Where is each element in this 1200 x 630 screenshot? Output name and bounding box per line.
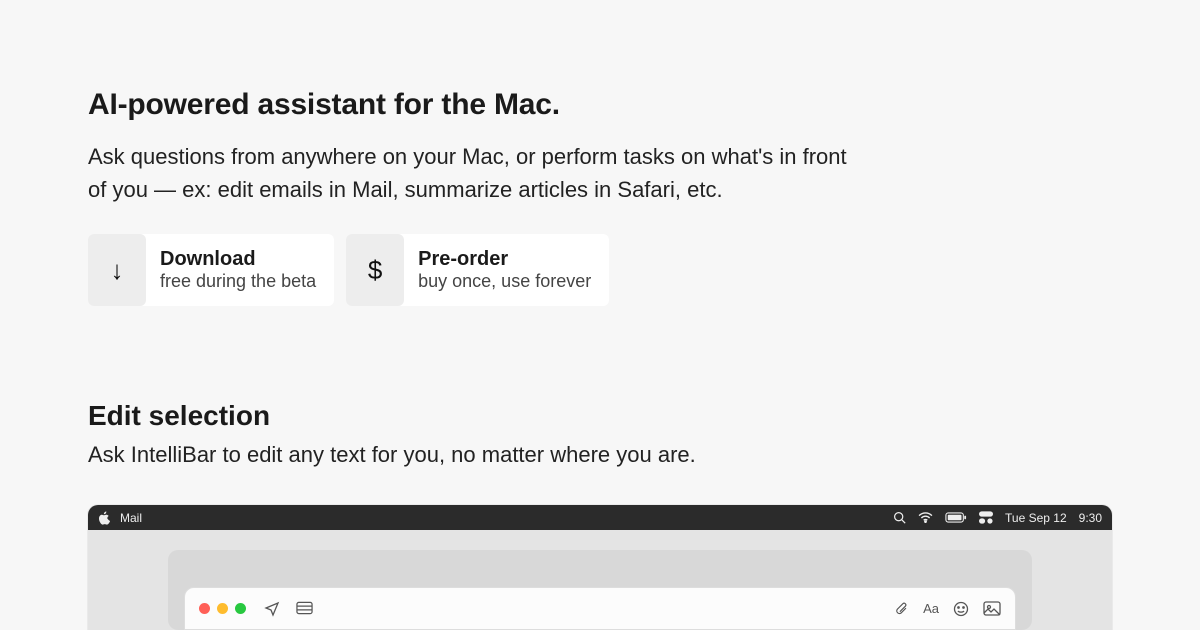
download-arrow-icon: ↓: [88, 234, 146, 306]
send-icon[interactable]: [264, 601, 280, 617]
preorder-title: Pre-order: [418, 248, 591, 271]
apple-logo-icon[interactable]: [98, 511, 110, 525]
section-desc: Ask IntelliBar to edit any text for you,…: [88, 442, 1200, 468]
download-button[interactable]: ↓ Download free during the beta: [88, 234, 334, 306]
wifi-icon[interactable]: [918, 512, 933, 523]
search-icon[interactable]: [893, 511, 906, 524]
emoji-icon[interactable]: [953, 601, 969, 617]
close-window-button[interactable]: [199, 603, 210, 614]
desktop-background: Aa: [88, 530, 1112, 630]
section-title: Edit selection: [88, 400, 1200, 432]
download-title: Download: [160, 248, 316, 271]
menubar-date[interactable]: Tue Sep 12: [1005, 511, 1067, 525]
control-center-icon[interactable]: [979, 511, 993, 524]
battery-icon[interactable]: [945, 512, 967, 523]
header-fields-icon[interactable]: [296, 601, 313, 617]
preorder-button[interactable]: $ Pre-order buy once, use forever: [346, 234, 609, 306]
photo-icon[interactable]: [983, 601, 1001, 616]
minimize-window-button[interactable]: [217, 603, 228, 614]
format-icon[interactable]: Aa: [923, 601, 939, 616]
window-traffic-lights: [199, 603, 246, 614]
menubar-app-name[interactable]: Mail: [120, 511, 142, 525]
hero-headline: AI-powered assistant for the Mac.: [88, 88, 1200, 122]
download-subtitle: free during the beta: [160, 271, 316, 292]
macos-menubar: Mail Tue Sep 12 9:30: [88, 505, 1112, 530]
desktop-mockup: Mail Tue Sep 12 9:30: [88, 505, 1112, 630]
dollar-icon: $: [346, 234, 404, 306]
attachment-icon[interactable]: [894, 601, 909, 617]
cta-row: ↓ Download free during the beta $ Pre-or…: [88, 234, 1200, 306]
menubar-time[interactable]: 9:30: [1079, 511, 1102, 525]
preorder-subtitle: buy once, use forever: [418, 271, 591, 292]
hero-subhead: Ask questions from anywhere on your Mac,…: [88, 140, 868, 206]
mail-compose-window: Aa: [184, 587, 1016, 630]
maximize-window-button[interactable]: [235, 603, 246, 614]
